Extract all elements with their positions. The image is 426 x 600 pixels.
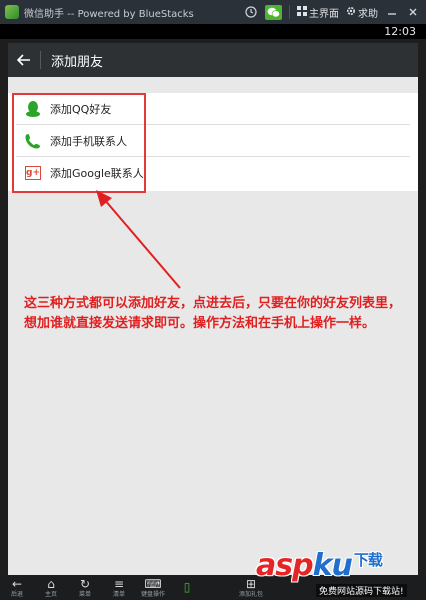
nav-home-button[interactable]: ⌂ 主页	[34, 575, 68, 600]
nav-phone-button[interactable]: ▯	[170, 575, 204, 600]
annotation-text: 这三种方式都可以添加好友，点进去后，只要在你的好友列表里，想加谁就直接发送请求即…	[24, 296, 402, 331]
watermark-subtitle: 免费网站源码下载站!	[316, 584, 407, 597]
watermark-logo: aspku 下载	[256, 548, 383, 583]
back-arrow-icon: ←	[11, 576, 23, 591]
nav-keyboard-button[interactable]: ⌨ 键盘操作	[136, 575, 170, 600]
gift-icon: ⊞	[245, 576, 257, 591]
nav-rotate-button[interactable]: ↻ 菜单	[68, 575, 102, 600]
phone-device-icon: ▯	[183, 580, 191, 594]
nav-menu-button[interactable]: ≡ 清单	[102, 575, 136, 600]
home-icon: ⌂	[47, 576, 55, 591]
nav-back-button[interactable]: ← 后退	[0, 575, 34, 600]
watermark: aspku 下载 免费网站源码下载站!	[256, 548, 422, 598]
rotate-icon: ↻	[79, 576, 91, 591]
menu-icon: ≡	[113, 576, 125, 591]
keyboard-icon: ⌨	[144, 576, 162, 591]
